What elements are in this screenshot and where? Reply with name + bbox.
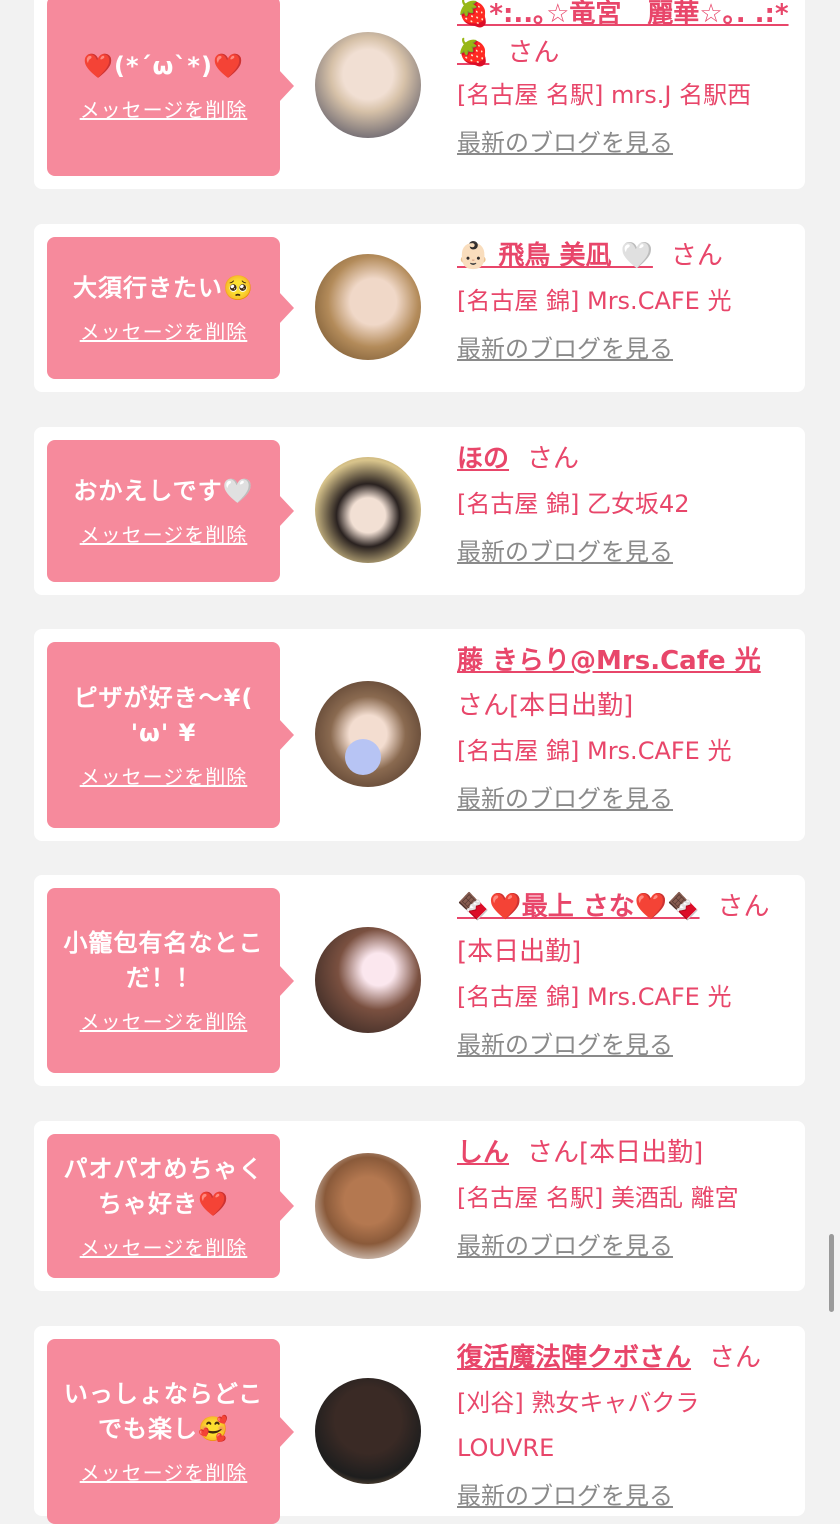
message-text: いっしょならどこでも楽し🥰 <box>63 1380 264 1443</box>
message-card: 大須行きたい🥺 メッセージを削除 👶🏻 飛鳥 美凪 🤍 さん [名古屋 錦] Mr… <box>34 224 805 392</box>
message-text: ピザが好き〜¥( 'ω' ¥ <box>73 683 254 747</box>
message-text: おかえしです🤍 <box>73 477 254 505</box>
delete-message-link[interactable]: メッセージを削除 <box>80 94 248 123</box>
shop-name: [刈谷] 熟女キャバクラ LOUVRE <box>457 1389 700 1462</box>
latest-blog-link[interactable]: 最新のブログを見る <box>457 1481 792 1511</box>
cast-info: しん さん[本日出勤] [名古屋 名駅] 美酒乱 離宮 最新のブログを見る <box>457 1131 792 1261</box>
san-label: さん <box>717 892 770 922</box>
avatar[interactable] <box>315 927 421 1033</box>
delete-message-link[interactable]: メッセージを削除 <box>80 316 248 345</box>
san-label: さん <box>709 1343 762 1373</box>
message-text: パオパオめちゃくちゃ好き❤️ <box>63 1154 264 1218</box>
cast-info: 🍫❤️最上 さな❤️🍫 さん [本日出勤] [名古屋 錦] Mrs.CAFE 光 … <box>457 885 792 1060</box>
message-card: パオパオめちゃくちゃ好き❤️ メッセージを削除 しん さん[本日出勤] [名古屋 … <box>34 1121 805 1291</box>
message-card: おかえしです🤍 メッセージを削除 ほの さん [名古屋 錦] 乙女坂42 最新のブ… <box>34 427 805 595</box>
cast-name[interactable]: 🍓*:..｡☆竜宮 麗華☆｡. .:* <box>457 0 789 29</box>
shop-name: [名古屋 錦] Mrs.CAFE 光 <box>457 737 732 765</box>
shop-name: [名古屋 錦] Mrs.CAFE 光 <box>457 983 732 1011</box>
cast-info: ほの さん [名古屋 錦] 乙女坂42 最新のブログを見る <box>457 437 792 567</box>
message-bubble: 小籠包有名なとこだ！！ メッセージを削除 <box>47 888 280 1073</box>
message-bubble: 大須行きたい🥺 メッセージを削除 <box>47 237 280 379</box>
delete-message-link[interactable]: メッセージを削除 <box>80 1232 248 1261</box>
shop-name: [名古屋 名駅] 美酒乱 離宮 <box>457 1184 739 1212</box>
latest-blog-link[interactable]: 最新のブログを見る <box>457 334 792 364</box>
latest-blog-link[interactable]: 最新のブログを見る <box>457 784 792 814</box>
message-card: いっしょならどこでも楽し🥰 メッセージを削除 復活魔法陣クボさん さん [刈谷] … <box>34 1326 805 1524</box>
shop-name: [名古屋 名駅] mrs.J 名駅西 <box>457 81 752 109</box>
message-text: ❤️(*´ω`*)❤️ <box>83 52 244 80</box>
cast-name-cont[interactable]: 🍓 <box>457 38 489 68</box>
delete-message-link[interactable]: メッセージを削除 <box>80 519 248 548</box>
san-label: さん <box>507 38 560 68</box>
delete-message-link[interactable]: メッセージを削除 <box>80 1006 248 1035</box>
avatar[interactable] <box>315 1378 421 1484</box>
message-text: 小籠包有名なとこだ！！ <box>63 929 264 992</box>
cast-info: 藤 きらり@Mrs.Cafe 光 さん[本日出勤] [名古屋 錦] Mrs.CA… <box>457 639 792 814</box>
message-bubble: いっしょならどこでも楽し🥰 メッセージを削除 <box>47 1339 280 1524</box>
cast-name[interactable]: ほの <box>457 444 509 474</box>
cast-info: 👶🏻 飛鳥 美凪 🤍 さん [名古屋 錦] Mrs.CAFE 光 最新のブログを見… <box>457 234 792 364</box>
avatar[interactable] <box>315 681 421 787</box>
cast-name[interactable]: 藤 きらり@Mrs.Cafe 光 <box>457 646 761 676</box>
message-text: 大須行きたい🥺 <box>73 274 254 302</box>
flower-sticker-icon <box>345 739 381 775</box>
latest-blog-link[interactable]: 最新のブログを見る <box>457 1030 792 1060</box>
delete-message-link[interactable]: メッセージを削除 <box>80 761 248 790</box>
cast-name[interactable]: 👶🏻 飛鳥 美凪 🤍 <box>457 241 653 271</box>
latest-blog-link[interactable]: 最新のブログを見る <box>457 537 792 567</box>
cast-name[interactable]: しん <box>457 1138 509 1168</box>
latest-blog-link[interactable]: 最新のブログを見る <box>457 1231 792 1261</box>
delete-message-link[interactable]: メッセージを削除 <box>80 1457 248 1486</box>
san-label: さん <box>457 691 510 721</box>
latest-blog-link[interactable]: 最新のブログを見る <box>457 128 792 158</box>
san-label: さん <box>527 1138 580 1168</box>
cast-name[interactable]: 🍫❤️最上 さな❤️🍫 <box>457 892 700 922</box>
shop-name: [名古屋 錦] 乙女坂42 <box>457 490 690 518</box>
avatar[interactable] <box>315 457 421 563</box>
message-bubble: ピザが好き〜¥( 'ω' ¥ メッセージを削除 <box>47 642 280 828</box>
attendance-badge: [本日出勤] <box>457 937 582 967</box>
cast-info: 復活魔法陣クボさん さん [刈谷] 熟女キャバクラ LOUVRE 最新のブログを見… <box>457 1336 792 1511</box>
message-bubble: おかえしです🤍 メッセージを削除 <box>47 440 280 582</box>
avatar[interactable] <box>315 254 421 360</box>
cast-name[interactable]: 復活魔法陣クボさん <box>457 1343 691 1373</box>
message-bubble: パオパオめちゃくちゃ好き❤️ メッセージを削除 <box>47 1134 280 1278</box>
message-card: ❤️(*´ω`*)❤️ メッセージを削除 🍓*:..｡☆竜宮 麗華☆｡. .:*… <box>34 0 805 189</box>
scrollbar[interactable] <box>829 1234 834 1312</box>
san-label: さん <box>670 241 723 271</box>
attendance-badge: [本日出勤] <box>579 1138 704 1168</box>
message-bubble: ❤️(*´ω`*)❤️ メッセージを削除 <box>47 0 280 176</box>
message-card: 小籠包有名なとこだ！！ メッセージを削除 🍫❤️最上 さな❤️🍫 さん [本日出勤… <box>34 875 805 1086</box>
san-label: さん <box>527 444 580 474</box>
message-card: ピザが好き〜¥( 'ω' ¥ メッセージを削除 藤 きらり@Mrs.Cafe 光… <box>34 629 805 841</box>
attendance-badge: [本日出勤] <box>509 691 634 721</box>
avatar[interactable] <box>315 1153 421 1259</box>
avatar[interactable] <box>315 32 421 138</box>
shop-name: [名古屋 錦] Mrs.CAFE 光 <box>457 287 732 315</box>
cast-info: 🍓*:..｡☆竜宮 麗華☆｡. .:* 🍓 さん [名古屋 名駅] mrs.J 名… <box>457 0 792 158</box>
